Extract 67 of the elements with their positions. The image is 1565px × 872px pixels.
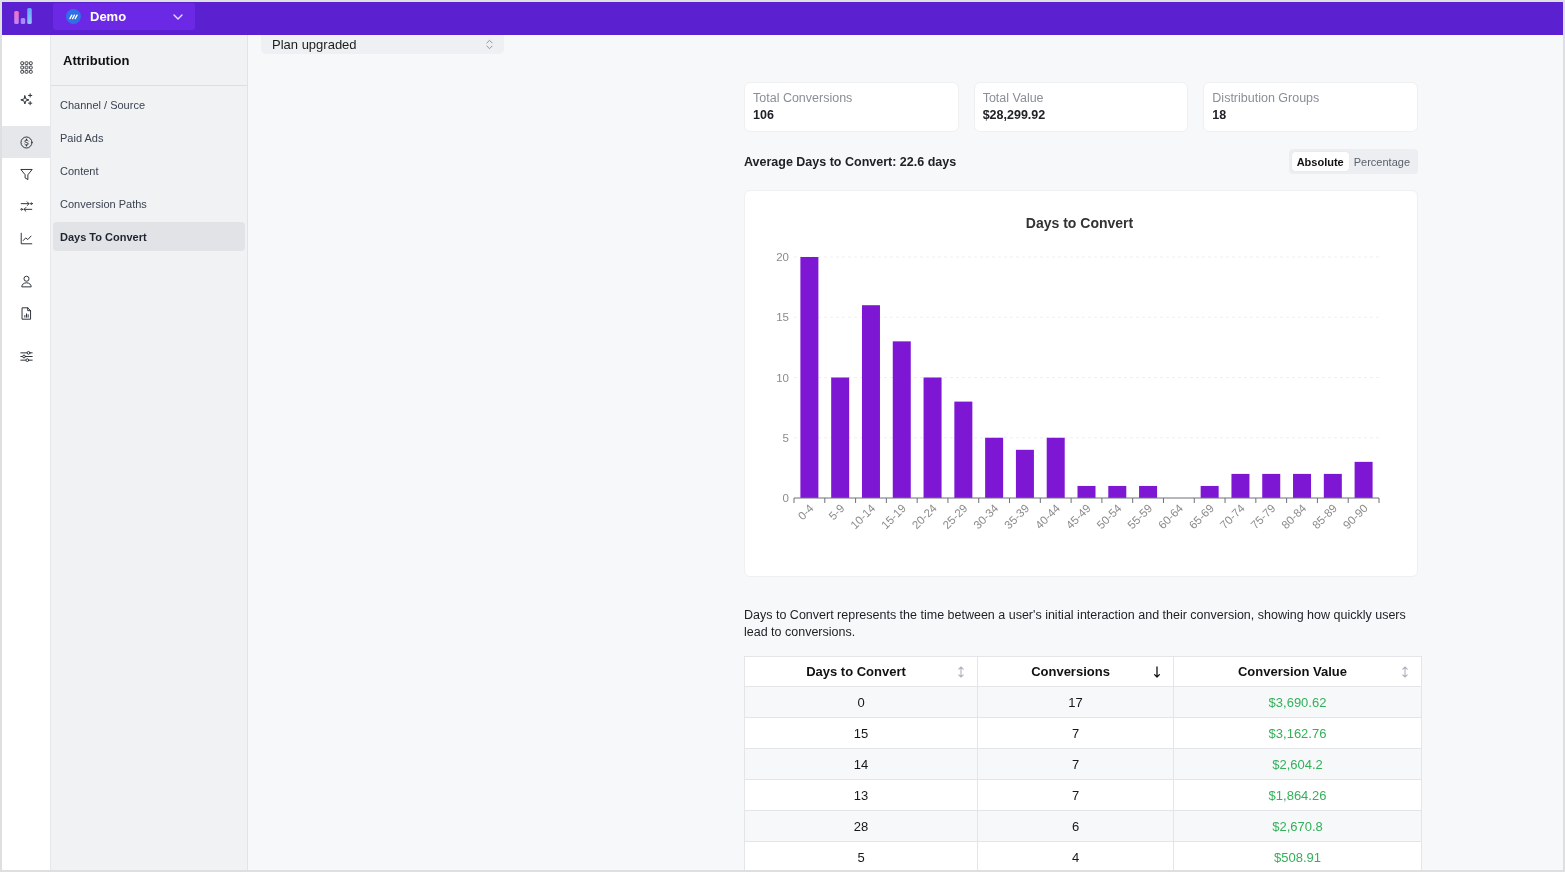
axis-tick-label: 0 (782, 492, 789, 504)
dollar-circle-icon (19, 135, 33, 149)
axis-tick-label: 5-9 (826, 501, 847, 523)
bar (1046, 437, 1065, 498)
axis-tick-label: 10 (776, 371, 789, 384)
table-cell: 7 (977, 717, 1174, 749)
column-header[interactable]: Conversion Value (1174, 657, 1421, 686)
document-chart-icon (19, 306, 33, 320)
swap-arrows-icon (19, 199, 33, 213)
sidebar-item[interactable]: Content (53, 156, 245, 185)
bar (1262, 473, 1281, 498)
column-header[interactable]: Conversions (978, 657, 1173, 686)
sparkle-icon (19, 92, 33, 106)
axis-tick-label: 15 (776, 311, 789, 324)
table-cell: 6 (977, 810, 1174, 842)
filter-dropdown[interactable]: Plan upgraded (261, 35, 504, 54)
sidebar-title: Attribution (51, 35, 247, 86)
table-cell: $3,162.76 (1173, 717, 1422, 749)
line-chart-icon (19, 231, 33, 245)
grid-icon (19, 60, 33, 74)
view-toggle-button[interactable]: Percentage (1348, 152, 1415, 171)
table-cell: 5 (744, 841, 978, 870)
sidebar-item[interactable]: Days To Convert (53, 222, 245, 251)
bar (1015, 449, 1034, 498)
view-toggle-button[interactable]: Absolute (1291, 152, 1349, 171)
user-icon (19, 274, 33, 288)
table-cell: 0 (744, 686, 978, 718)
funnel-icon (19, 167, 33, 181)
project-logo-icon (66, 9, 81, 24)
axis-tick-label: 20 (776, 251, 789, 263)
logo-icon (14, 8, 32, 24)
axis-tick-label: 0-4 (795, 501, 816, 523)
table-cell: $2,604.2 (1173, 748, 1422, 780)
table-cell: 17 (977, 686, 1174, 718)
column-header[interactable]: Days to Convert (745, 657, 977, 686)
stat-label: Total Conversions (753, 90, 854, 107)
table-cell: 14 (744, 748, 978, 780)
description-text: Days to Convert represents the time between a user's initial interaction and their conversion, showing how quickly users lead to conversions. (744, 607, 1407, 641)
bar (1231, 473, 1250, 498)
stat-label: Total Value (982, 90, 1045, 107)
bar (1293, 473, 1312, 498)
stat-value: $28,299.92 (982, 107, 1047, 124)
sidebar-item[interactable]: Channel / Source (53, 90, 245, 119)
stat-value: 18 (1212, 107, 1228, 124)
bar (1323, 473, 1342, 498)
table-cell: 28 (744, 810, 978, 842)
table-cell: $3,690.62 (1173, 686, 1422, 718)
sidebar-item[interactable]: Conversion Paths (53, 189, 245, 218)
bar (985, 437, 1004, 498)
table-cell: $1,864.26 (1173, 779, 1422, 811)
nav-button[interactable] (2, 126, 50, 158)
table-cell: 7 (977, 748, 1174, 780)
table-cell: 15 (744, 717, 978, 749)
stat-value: 106 (753, 107, 775, 124)
table-cell: 13 (744, 779, 978, 811)
chart-title: Days to Convert (1025, 215, 1134, 231)
up-down-chevron-icon (486, 39, 493, 50)
sidebar-item[interactable]: Paid Ads (53, 123, 245, 152)
project-selector[interactable]: Demo (53, 3, 195, 30)
chevron-down-icon (173, 13, 183, 20)
stat-label: Distribution Groups (1212, 90, 1321, 107)
table-cell: 7 (977, 779, 1174, 811)
axis-tick-label: 5 (782, 431, 789, 444)
table-cell: $2,670.8 (1173, 810, 1422, 842)
sliders-icon (19, 349, 33, 363)
average-days-text: Average Days to Convert: 22.6 days (744, 154, 957, 169)
bar (1354, 461, 1373, 498)
